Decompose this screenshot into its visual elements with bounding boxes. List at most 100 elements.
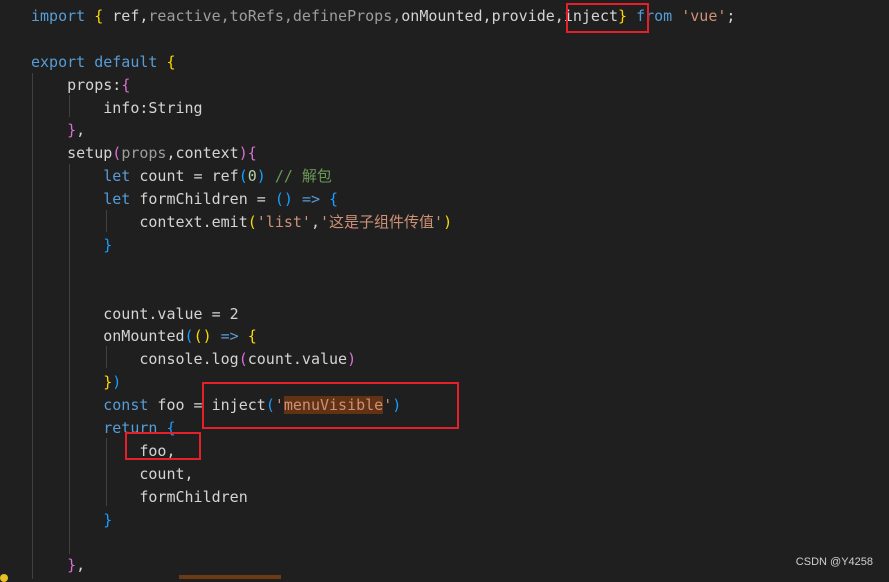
code-line: console.log(count.value): [31, 348, 735, 371]
code-line: setup(props,context){: [31, 142, 735, 165]
code-line: context.emit('list','这是子组件传值'): [31, 211, 735, 234]
indent-guide: [69, 164, 70, 554]
code-token: ): [443, 213, 453, 232]
code-token: formChildren =: [130, 190, 275, 209]
code-token: context.emit: [31, 213, 248, 232]
code-token: info:String: [31, 98, 203, 117]
code-token: count = ref: [130, 167, 239, 186]
code-token: {: [247, 144, 257, 163]
code-token: =>: [301, 190, 320, 209]
annotation-box-foo: [125, 432, 201, 460]
annotation-box-inject-import: [566, 3, 649, 33]
code-token: {: [94, 7, 104, 25]
code-token: 0: [247, 167, 257, 186]
indent-guide: [106, 210, 107, 232]
code-token: }: [103, 235, 113, 254]
code-line: count.value = 2: [31, 303, 735, 326]
code-token: ,: [310, 213, 320, 232]
code-token: ref,: [103, 7, 149, 25]
code-token: props:: [31, 75, 122, 94]
code-token: }: [103, 373, 113, 392]
code-line: export default {: [31, 51, 735, 74]
code-token: (: [184, 327, 194, 346]
code-line: },: [31, 554, 735, 577]
code-token: {: [121, 75, 131, 94]
code-token: count.value: [247, 350, 348, 369]
code-token: =>: [220, 327, 239, 346]
code-token: console.log: [31, 350, 239, 369]
code-token: reactive,toRefs,defineProps,: [148, 7, 402, 25]
code-token: {: [247, 327, 257, 346]
code-token: onMounted: [31, 327, 185, 346]
code-line: onMounted(() => {: [31, 325, 735, 348]
code-token: }: [67, 556, 77, 575]
code-line: let formChildren = () => {: [31, 188, 735, 211]
annotation-box-inject-call: [202, 382, 459, 429]
code-token: default: [94, 52, 158, 71]
code-token: (: [238, 350, 248, 369]
code-line: info:String: [31, 97, 735, 120]
indent-guide: [106, 438, 107, 506]
code-token: formChildren: [31, 487, 248, 506]
watermark: CSDN @Y4258: [795, 556, 873, 568]
code-token: export: [31, 52, 86, 71]
code-token: ,: [76, 121, 86, 140]
code-token: ;: [726, 7, 736, 25]
code-token: }: [103, 510, 113, 529]
code-token: 'vue': [681, 7, 727, 25]
code-token: ): [256, 167, 266, 186]
code-token: ): [347, 350, 357, 369]
code-token: (): [193, 327, 212, 346]
lightbulb-icon[interactable]: [0, 574, 8, 582]
code-line: props:{: [31, 74, 735, 97]
code-token: (: [247, 213, 257, 232]
code-token: {: [166, 52, 176, 71]
code-token: }: [67, 121, 77, 140]
horizontal-scrollbar-thumb[interactable]: [179, 575, 281, 579]
code-editor[interactable]: import { ref,reactive,toRefs,defineProps…: [31, 5, 735, 577]
code-line: let count = ref(0) // 解包: [31, 165, 735, 188]
code-token: (: [112, 144, 122, 163]
indent-guide: [32, 73, 33, 579]
code-token: count,: [31, 464, 194, 483]
code-token: // 解包: [274, 167, 332, 186]
code-line: }: [31, 509, 735, 532]
code-token: ,: [76, 556, 86, 575]
code-token: let: [103, 167, 131, 186]
code-token: 'list': [256, 213, 311, 232]
code-line: count,: [31, 463, 735, 486]
code-token: '这是子组件传值': [320, 213, 444, 232]
code-token: count.value = 2: [31, 304, 239, 323]
code-token: const: [103, 396, 149, 415]
code-token: ): [238, 144, 248, 163]
code-token: setup: [31, 144, 113, 163]
code-token: import: [31, 7, 86, 25]
code-line: }: [31, 234, 735, 257]
code-token: (): [274, 190, 293, 209]
indent-guide: [69, 95, 70, 117]
code-token: ,context: [166, 144, 239, 163]
code-token: {: [329, 190, 339, 209]
code-line: formChildren: [31, 486, 735, 509]
code-line: },: [31, 119, 735, 142]
